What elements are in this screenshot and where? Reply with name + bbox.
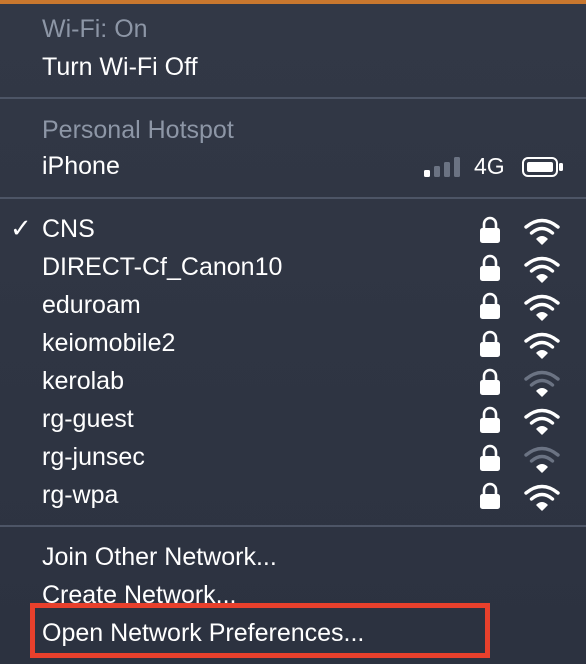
network-item[interactable]: rg-wpa <box>0 476 586 514</box>
wifi-status-label: Wi-Fi: On <box>42 15 148 43</box>
separator <box>0 197 586 199</box>
network-name: DIRECT-Cf_Canon10 <box>42 253 283 281</box>
highlight-annotation-box <box>30 603 490 658</box>
network-item[interactable]: rg-guest <box>0 400 586 438</box>
wifi-signal-weak-icon <box>524 446 560 473</box>
hotspot-header: Personal Hotspot <box>42 116 234 144</box>
wifi-menu: Wi-Fi: On Turn Wi-Fi Off Personal Hotspo… <box>0 4 586 664</box>
network-name: rg-wpa <box>42 481 119 509</box>
wifi-signal-full-icon <box>524 256 560 283</box>
network-name: eduroam <box>42 291 141 319</box>
cellular-signal-icon <box>424 157 460 177</box>
wifi-signal-full-icon <box>524 332 560 359</box>
network-name: CNS <box>42 215 95 243</box>
wifi-status-row: Wi-Fi: On <box>0 10 586 48</box>
network-item[interactable]: DIRECT-Cf_Canon10 <box>0 248 586 286</box>
wifi-signal-full-icon <box>524 294 560 321</box>
separator <box>0 97 586 99</box>
lock-icon <box>480 254 500 281</box>
checkmark-icon: ✓ <box>10 213 32 243</box>
network-item[interactable]: rg-junsec <box>0 438 586 476</box>
network-name: kerolab <box>42 367 124 395</box>
network-name: rg-junsec <box>42 443 145 471</box>
lock-icon <box>480 292 500 319</box>
hotspot-header-row: Personal Hotspot <box>0 111 586 149</box>
join-other-network-item[interactable]: Join Other Network... <box>0 538 586 576</box>
join-other-network-label: Join Other Network... <box>42 543 277 571</box>
turn-wifi-off-item[interactable]: Turn Wi-Fi Off <box>0 48 586 86</box>
lock-icon <box>480 406 500 433</box>
hotspot-item-iphone[interactable]: iPhone 4G <box>0 147 586 185</box>
hotspot-device-name: iPhone <box>42 152 120 180</box>
network-item[interactable]: ✓ CNS <box>0 210 586 248</box>
battery-icon <box>522 157 563 177</box>
wifi-signal-full-icon <box>524 218 560 245</box>
lock-icon <box>480 368 500 395</box>
lock-icon <box>480 330 500 357</box>
wifi-signal-full-icon <box>524 408 560 435</box>
separator <box>0 525 586 527</box>
wifi-signal-full-icon <box>524 484 560 511</box>
lock-icon <box>480 482 500 509</box>
lock-icon <box>480 444 500 471</box>
wifi-signal-weak-icon <box>524 370 560 397</box>
network-item[interactable]: eduroam <box>0 286 586 324</box>
network-type-label: 4G <box>474 153 505 179</box>
network-name: keiomobile2 <box>42 329 176 357</box>
network-name: rg-guest <box>42 405 134 433</box>
turn-wifi-off-label: Turn Wi-Fi Off <box>42 53 198 81</box>
network-item[interactable]: keiomobile2 <box>0 324 586 362</box>
lock-icon <box>480 216 500 243</box>
network-item[interactable]: kerolab <box>0 362 586 400</box>
